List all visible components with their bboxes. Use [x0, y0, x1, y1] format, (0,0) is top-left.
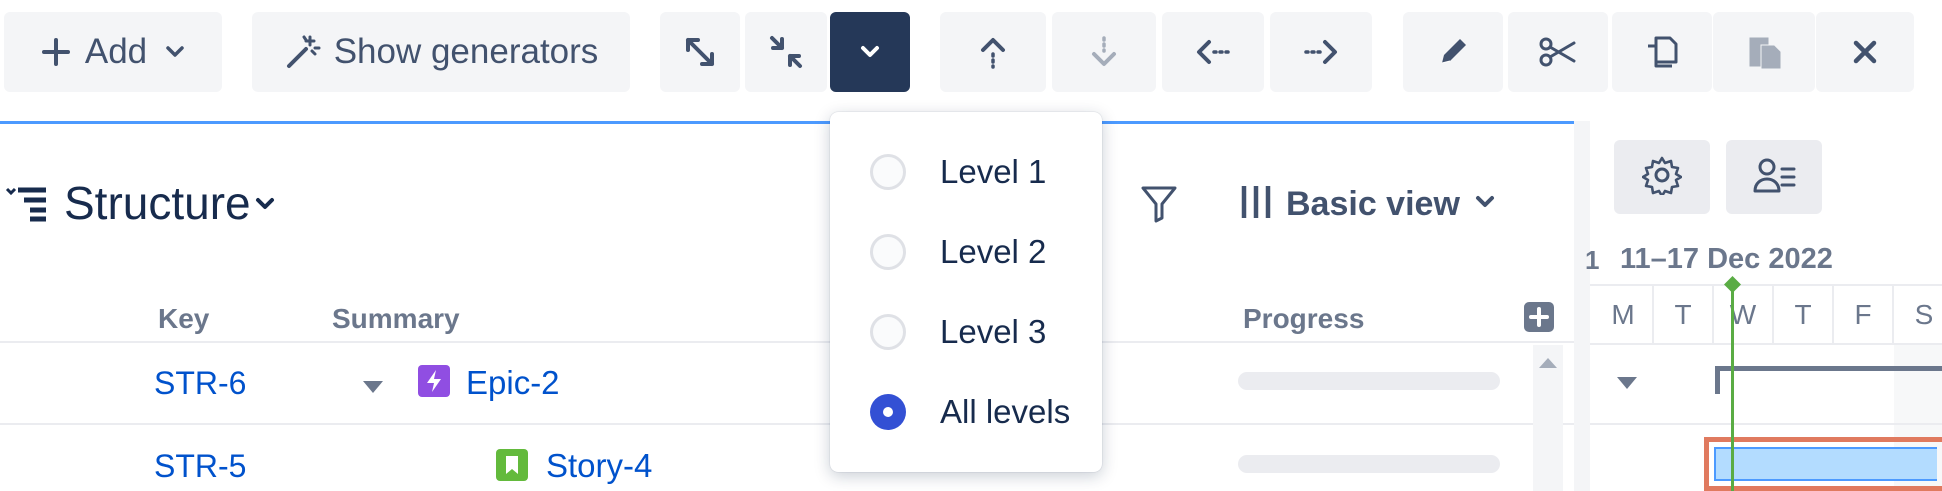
columns-icon	[1240, 184, 1272, 225]
column-header-summary[interactable]: Summary	[332, 303, 460, 335]
move-right-button[interactable]	[1270, 12, 1372, 92]
add-column-icon[interactable]	[1524, 302, 1554, 337]
close-icon	[1851, 38, 1879, 66]
week-label: 11–17 Dec 2022	[1620, 243, 1833, 275]
gantt-header-bottom	[1590, 343, 1942, 345]
progress-bar	[1238, 372, 1500, 390]
move-left-button[interactable]	[1162, 12, 1264, 92]
progress-bar	[1238, 455, 1500, 473]
basic-view-selector[interactable]: Basic view	[1240, 184, 1496, 225]
copy-icon	[1644, 34, 1680, 70]
radio-unchecked[interactable]	[870, 234, 906, 270]
plus-icon	[41, 37, 71, 67]
cut-button[interactable]	[1508, 12, 1608, 92]
row-summary[interactable]: Story-4	[546, 447, 652, 485]
menu-item-level-1[interactable]: Level 1	[830, 132, 1102, 212]
today-line	[1731, 282, 1734, 491]
gantt-row-separator	[1590, 423, 1942, 425]
copy-button[interactable]	[1612, 12, 1712, 92]
day-header: W	[1714, 285, 1774, 345]
story-task-bar[interactable]	[1704, 437, 1942, 491]
row-key[interactable]: STR-5	[154, 448, 246, 485]
radio-checked[interactable]	[870, 394, 906, 430]
magic-wand-icon	[284, 33, 322, 71]
chevron-down-icon	[1474, 194, 1496, 215]
move-up-button[interactable]	[940, 12, 1046, 92]
arrow-right-icon	[1302, 35, 1340, 69]
gear-icon	[1641, 155, 1683, 200]
epic-icon	[418, 365, 450, 402]
week-prefix: 1	[1585, 245, 1600, 275]
panel-top-border	[0, 121, 1574, 124]
row-key[interactable]: STR-6	[154, 365, 246, 402]
collapse-all-button[interactable]	[745, 12, 827, 92]
arrow-down-icon	[1087, 35, 1121, 69]
day-header: F	[1834, 285, 1894, 345]
show-generators-label: Show generators	[333, 32, 599, 71]
day-header: T	[1654, 285, 1714, 345]
collapse-triangle-icon[interactable]	[362, 380, 384, 399]
chevron-down-icon	[859, 44, 881, 60]
scissors-icon	[1538, 35, 1578, 69]
radio-unchecked[interactable]	[870, 154, 906, 190]
epic-summary-bar[interactable]	[1715, 366, 1942, 394]
arrow-left-icon	[1194, 35, 1232, 69]
edit-button[interactable]	[1403, 12, 1503, 92]
radio-unchecked[interactable]	[870, 314, 906, 350]
menu-item-label: Level 1	[940, 153, 1047, 190]
paste-icon	[1746, 34, 1782, 70]
menu-item-level-2[interactable]: Level 2	[830, 212, 1102, 292]
day-header: M	[1594, 285, 1654, 345]
user-list-icon	[1752, 155, 1796, 200]
scroll-up-arrow-icon[interactable]	[1538, 356, 1558, 374]
expand-all-button[interactable]	[660, 12, 740, 92]
chevron-down-icon	[165, 45, 185, 59]
menu-item-level-3[interactable]: Level 3	[830, 292, 1102, 372]
basic-view-label: Basic view	[1286, 185, 1460, 223]
move-down-button[interactable]	[1052, 12, 1156, 92]
collapse-arrows-icon	[766, 32, 806, 72]
delete-button[interactable]	[1816, 12, 1914, 92]
chevron-down-icon[interactable]	[254, 196, 276, 217]
arrow-up-icon	[976, 35, 1010, 69]
day-header: S	[1914, 299, 1934, 330]
menu-item-label: Level 3	[940, 313, 1047, 350]
column-header-progress[interactable]: Progress	[1243, 303, 1364, 335]
gantt-settings-button[interactable]	[1614, 140, 1710, 214]
column-header-key[interactable]: Key	[158, 303, 209, 335]
expand-level-menu: Level 1 Level 2 Level 3 All levels	[830, 112, 1102, 472]
add-button[interactable]: Add	[4, 12, 222, 92]
row-summary[interactable]: Epic-2	[466, 364, 560, 402]
gantt-resources-button[interactable]	[1726, 140, 1822, 214]
menu-item-all-levels[interactable]: All levels	[830, 372, 1102, 452]
add-button-label: Add	[84, 32, 148, 71]
paste-button[interactable]	[1713, 12, 1815, 92]
show-generators-button[interactable]: Show generators	[252, 12, 630, 92]
today-marker-icon	[1724, 276, 1741, 298]
panel-divider[interactable]	[1574, 121, 1590, 491]
expand-arrows-icon	[680, 32, 720, 72]
pencil-icon	[1436, 35, 1470, 69]
structure-title[interactable]: Structure	[64, 176, 251, 230]
day-header: T	[1774, 285, 1834, 345]
story-icon	[496, 449, 528, 486]
structure-icon	[4, 186, 48, 227]
gantt-collapse-triangle-icon[interactable]	[1616, 376, 1638, 395]
menu-item-label: Level 2	[940, 233, 1047, 270]
filter-icon[interactable]	[1140, 184, 1178, 229]
menu-item-label: All levels	[940, 393, 1071, 430]
expand-level-dropdown-button[interactable]	[830, 12, 910, 92]
